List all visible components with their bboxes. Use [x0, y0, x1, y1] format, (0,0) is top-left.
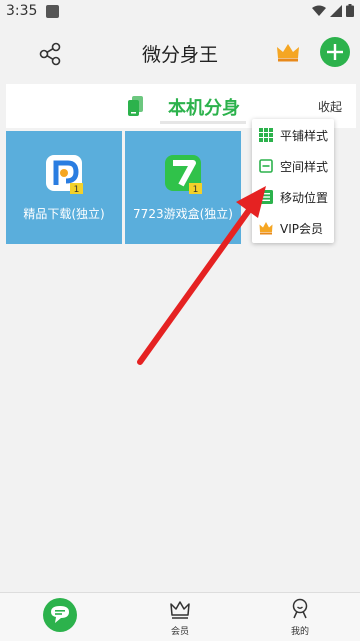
badge-text: 1	[74, 185, 80, 195]
style-popup-menu: 平铺样式 空间样式 移动位置 VIP会员	[252, 119, 334, 243]
battery-icon	[346, 4, 354, 17]
app-tile[interactable]: 1 精品下载(独立)	[6, 131, 122, 244]
nav-label: 会员	[170, 627, 189, 637]
chat-icon	[43, 598, 77, 632]
vip-crown-icon[interactable]	[276, 42, 300, 62]
add-button[interactable]	[320, 37, 350, 67]
card-icon	[259, 159, 273, 173]
menu-item-move-position[interactable]: 移动位置	[252, 183, 334, 211]
app-tile-label: 精品下载(独立)	[23, 207, 105, 221]
menu-item-tile-style[interactable]: 平铺样式	[252, 121, 334, 149]
badge-text: 1	[193, 185, 199, 195]
menu-item-vip[interactable]: VIP会员	[252, 214, 334, 242]
grid-icon	[259, 128, 273, 142]
crown-icon	[170, 601, 190, 619]
person-icon	[292, 598, 308, 619]
menu-item-label: 空间样式	[280, 160, 329, 174]
menu-item-space-style[interactable]: 空间样式	[252, 152, 334, 180]
menu-item-label: VIP会员	[280, 222, 323, 236]
menu-item-label: 平铺样式	[280, 129, 329, 143]
app-tile[interactable]: 1 7723游戏盒(独立)	[125, 131, 241, 244]
nav-item-home[interactable]	[0, 593, 120, 641]
app-bar: 微分身王	[0, 24, 360, 80]
phone-clone-icon	[128, 96, 143, 116]
status-indicators	[312, 4, 354, 17]
plus-icon	[327, 44, 343, 60]
section-title: 本机分身	[168, 98, 240, 119]
seven-app-icon: 1	[165, 155, 202, 195]
nav-label: 我的	[290, 627, 309, 637]
menu-item-label: 移动位置	[280, 191, 329, 205]
p-app-icon: 1	[46, 155, 83, 195]
status-bar: 3:35	[0, 0, 360, 24]
list-icon	[259, 190, 273, 204]
status-time: 3:35	[6, 3, 38, 19]
notification-icon	[46, 5, 59, 18]
crown-icon	[259, 222, 273, 235]
nav-item-vip[interactable]: 会员	[120, 593, 240, 641]
title-underline	[160, 121, 246, 124]
wifi-icon	[312, 5, 326, 16]
app-tile-label: 7723游戏盒(独立)	[133, 207, 233, 221]
signal-icon	[330, 4, 342, 17]
page-title: 微分身王	[141, 44, 218, 66]
collapse-button[interactable]: 收起	[318, 98, 342, 115]
nav-item-mine[interactable]: 我的	[240, 593, 360, 641]
bottom-nav: 会员 我的	[0, 592, 360, 641]
